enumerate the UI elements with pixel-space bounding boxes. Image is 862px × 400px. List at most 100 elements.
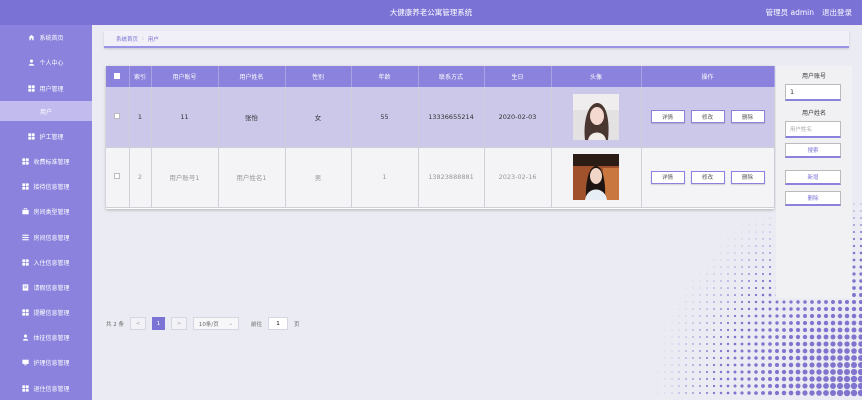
sidebar-item-label: 系统首页 — [39, 34, 64, 42]
sidebar-item-fee-standard[interactable]: 收费标准管理 — [0, 150, 92, 172]
cell-phone: 13823888881 — [418, 147, 485, 208]
account-search-input[interactable] — [785, 84, 841, 101]
breadcrumb-home[interactable]: 系统首页 — [116, 35, 138, 43]
column-header: 年龄 — [351, 66, 419, 87]
top-header: 大健康养老公寓管理系统 管理员 admin 退出登录 — [0, 0, 862, 25]
user-icon — [22, 334, 29, 341]
sidebar-item-checkout[interactable]: 退住信息管理 — [0, 377, 92, 399]
breadcrumb-current: 用户 — [147, 36, 159, 43]
detail-button[interactable]: 详情 — [650, 170, 685, 184]
edit-button[interactable]: 修改 — [690, 170, 725, 184]
grid-icon — [22, 308, 30, 316]
chevron-down-icon: ⌄ — [228, 320, 234, 327]
sidebar-item-label: 体征信息管理 — [33, 334, 70, 342]
total-count: 共 2 条 — [106, 321, 124, 328]
breadcrumb-separator: : — [142, 35, 144, 42]
table-row[interactable]: 2 用户账号1 用户姓名1 男 1 13823888881 2023-02-16 — [106, 147, 775, 208]
column-header: 用户姓名 — [218, 66, 286, 87]
avatar[interactable] — [573, 93, 619, 140]
user-icon — [28, 59, 35, 66]
column-header: 操作 — [641, 66, 775, 87]
next-page-button[interactable]: > — [171, 317, 187, 330]
delete-button[interactable]: 删除 — [730, 170, 765, 184]
sidebar-item-caregiver[interactable]: 护工管理 — [0, 125, 92, 147]
name-search-label: 用户姓名 — [801, 110, 826, 117]
add-button[interactable]: 新增 — [785, 170, 841, 185]
column-header: 索引 — [129, 66, 152, 87]
column-header: 性别 — [285, 66, 352, 87]
sidebar-item-label: 接待信息管理 — [33, 183, 70, 191]
sidebar-item-checkin[interactable]: 入住信息管理 — [0, 251, 92, 273]
sidebar-item-label: 护工管理 — [39, 133, 64, 141]
cell-account: 11 — [151, 87, 219, 148]
sidebar-item-label: 房间信息管理 — [33, 234, 70, 242]
list-icon — [22, 234, 30, 241]
sidebar-item-reminder[interactable]: 提醒信息管理 — [0, 301, 92, 323]
grid-icon — [22, 384, 30, 392]
sidebar-item-label: 提醒信息管理 — [33, 309, 70, 317]
delete-button[interactable]: 删除 — [730, 110, 765, 124]
sidebar-item-label: 退住信息管理 — [33, 385, 70, 393]
logout-link[interactable]: 退出登录 — [822, 7, 852, 18]
search-button[interactable]: 搜索 — [785, 143, 841, 158]
grid-icon — [28, 84, 36, 92]
grid-icon — [22, 157, 30, 165]
cell-actions: 详情 修改 删除 — [641, 147, 775, 208]
row-select-cell[interactable] — [106, 87, 130, 148]
sidebar-item-label: 收费标准管理 — [33, 158, 70, 166]
row-select-cell[interactable] — [106, 147, 130, 208]
sidebar-item-label: 护理信息管理 — [33, 359, 70, 367]
app-title: 大健康养老公寓管理系统 — [389, 8, 473, 17]
edit-button[interactable]: 修改 — [690, 110, 725, 124]
detail-button[interactable]: 详情 — [650, 110, 685, 124]
grid-icon — [22, 182, 30, 190]
page-suffix-label: 页 — [294, 321, 300, 328]
page-size-select[interactable]: 10条/页 ⌄ — [193, 317, 239, 330]
sidebar-item-label: 请假信息管理 — [33, 284, 70, 292]
column-header: 头像 — [551, 66, 642, 87]
row-checkbox[interactable] — [114, 112, 121, 119]
sidebar-item-user-management[interactable]: 用户管理 — [0, 77, 92, 99]
name-search-input[interactable] — [785, 121, 841, 138]
goto-page-input[interactable] — [268, 317, 289, 330]
table-row[interactable]: 1 11 张怡 女 55 13336655214 2020-02-03 详情 修… — [106, 87, 775, 148]
sidebar-item-room-type[interactable]: 房间类型管理 — [0, 200, 92, 222]
sidebar: 系统首页 个人中心 用户管理 用户 护工管理 收费标准管理 接待信息管理 房间类… — [0, 25, 92, 400]
cell-index: 2 — [129, 147, 152, 208]
cell-actions: 详情 修改 删除 — [641, 87, 775, 148]
cell-gender: 女 — [285, 87, 352, 148]
sidebar-item-profile[interactable]: 个人中心 — [0, 51, 92, 73]
doc-icon — [22, 283, 29, 291]
select-all-header[interactable] — [106, 66, 130, 87]
sidebar-item-nursing[interactable]: 护理信息管理 — [0, 351, 92, 373]
select-all-checkbox[interactable] — [114, 72, 121, 79]
column-header: 用户账号 — [151, 66, 219, 87]
cell-phone: 13336655214 — [418, 87, 485, 148]
page-number-button[interactable]: 1 — [152, 317, 165, 330]
sidebar-item-label: 个人中心 — [39, 59, 64, 67]
grid-icon — [28, 132, 36, 140]
current-user-label: 管理员 admin — [765, 8, 814, 17]
prev-page-button[interactable]: < — [130, 317, 146, 330]
sidebar-item-room-info[interactable]: 房间信息管理 — [0, 226, 92, 248]
grid-icon — [22, 258, 30, 266]
goto-label: 前往 — [251, 321, 263, 328]
column-header: 生日 — [484, 66, 552, 87]
row-checkbox[interactable] — [114, 173, 121, 179]
user-table: 索引 用户账号 用户姓名 性别 年龄 联系方式 生日 头像 操作 1 11 张怡… — [106, 66, 775, 209]
cell-name: 张怡 — [218, 87, 286, 148]
batch-delete-button[interactable]: 删除 — [785, 191, 841, 206]
column-header: 联系方式 — [418, 66, 485, 87]
pagination: 共 2 条 < 1 > 10条/页 ⌄ 前往 页 — [106, 317, 300, 330]
breadcrumb: 系统首页 : 用户 — [104, 31, 849, 48]
sidebar-subitem-user[interactable]: 用户 — [0, 101, 92, 121]
sidebar-item-reception[interactable]: 接待信息管理 — [0, 175, 92, 197]
sidebar-item-vital-signs[interactable]: 体征信息管理 — [0, 326, 92, 348]
cell-avatar — [551, 87, 642, 148]
cell-index: 1 — [129, 87, 152, 148]
avatar[interactable] — [573, 154, 619, 200]
sidebar-item-home[interactable]: 系统首页 — [0, 26, 92, 48]
table-header-row: 索引 用户账号 用户姓名 性别 年龄 联系方式 生日 头像 操作 — [106, 66, 775, 87]
sidebar-item-leave[interactable]: 请假信息管理 — [0, 276, 92, 298]
cell-account: 用户账号1 — [151, 147, 219, 208]
